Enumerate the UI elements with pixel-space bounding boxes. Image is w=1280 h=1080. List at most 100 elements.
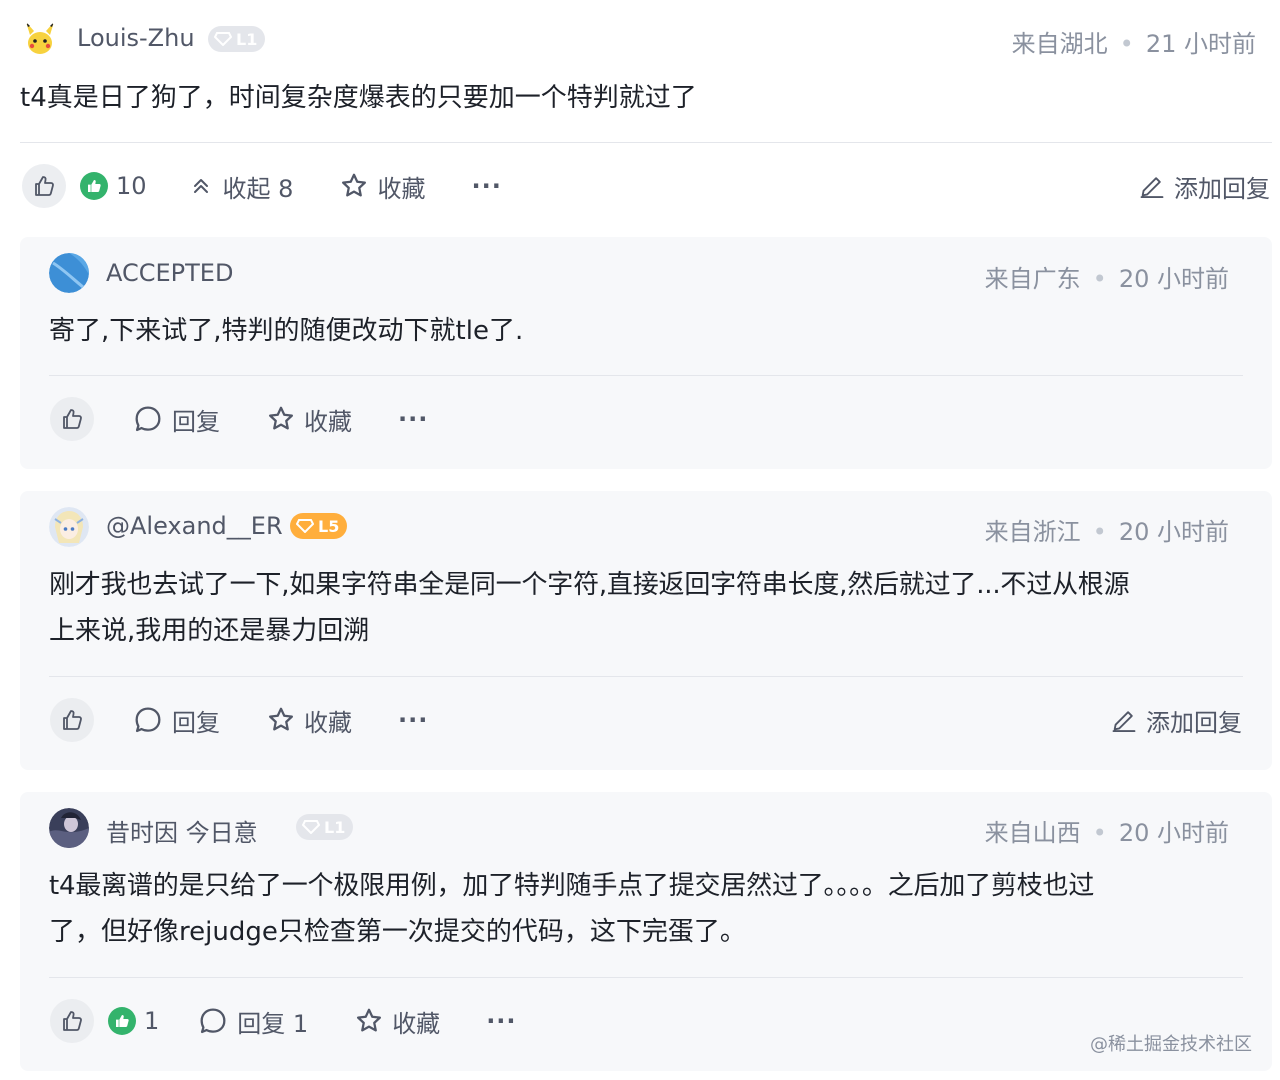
username[interactable]: @Alexand__ER: [106, 512, 283, 540]
timestamp: 20 小时前: [1118, 518, 1229, 546]
reply-text-line-2: 上来说,我用的还是暴力回溯: [49, 616, 370, 646]
location: 来自湖北: [1011, 30, 1108, 58]
more-button[interactable]: ···: [398, 706, 428, 734]
favorite-button[interactable]: 收藏: [339, 169, 425, 204]
reply-card: ACCEPTED 来自广东 • 20 小时前 寄了,下来试了,特判的随便改动下就tl…: [20, 237, 1272, 469]
reply-text-line-1: 刚才我也去试了一下,如果字符串全是同一个字符,直接返回字符串长度,然后就过了..…: [49, 570, 1130, 600]
divider: [49, 375, 1243, 376]
favorite-label: 收藏: [392, 1009, 441, 1038]
like-button[interactable]: [50, 999, 94, 1043]
reply-label: 回复 1: [237, 1009, 309, 1038]
favorite-label: 收藏: [304, 708, 352, 737]
level-badge: L5: [290, 513, 348, 539]
favorite-button[interactable]: 收藏: [266, 402, 352, 437]
comment-actions: 10 收起 8 收藏 ···: [22, 164, 502, 208]
star-icon: [269, 406, 293, 430]
thumbs-up-icon: [63, 409, 82, 429]
favorite-label: 收藏: [377, 174, 426, 203]
comment-text: t4真是日了狗了，时间复杂度爆表的只要加一个特判就过了: [20, 83, 697, 113]
username[interactable]: 昔时因 今日意: [106, 813, 258, 848]
reply-text-line-1: t4最离谱的是只给了一个极限用例，加了特判随手点了提交居然过了。。。。之后加了剪…: [49, 871, 1095, 901]
favorite-button[interactable]: 收藏: [266, 703, 352, 738]
favorite-button[interactable]: 收藏: [354, 1004, 440, 1039]
avatar-accepted[interactable]: [49, 253, 89, 293]
comment-meta: 来自湖北 • 21 小时前: [1012, 24, 1256, 59]
add-reply-label: 添加回复: [1174, 174, 1270, 203]
more-button[interactable]: ···: [471, 172, 501, 200]
divider: [49, 676, 1243, 677]
star-icon: [357, 1008, 382, 1032]
level-badge: L1: [208, 26, 266, 52]
username[interactable]: Louis-Zhu: [77, 24, 195, 52]
timestamp: 21 小时前: [1145, 30, 1256, 58]
meta-separator: •: [1092, 819, 1107, 847]
meta-separator: •: [1119, 30, 1134, 58]
timestamp: 20 小时前: [1118, 819, 1229, 847]
meta-separator: •: [1092, 265, 1107, 293]
reply-label: 回复: [172, 407, 220, 436]
like-button[interactable]: [50, 397, 94, 441]
reply-label: 回复: [172, 708, 220, 737]
favorite-label: 收藏: [304, 407, 352, 436]
more-button[interactable]: ···: [398, 405, 428, 433]
thumbs-up-filled-icon: [88, 180, 101, 192]
comment-bubble-icon: [135, 707, 161, 733]
pencil-icon: [1112, 711, 1136, 733]
dark-avatar-icon: [49, 808, 89, 848]
like-count: 1: [144, 1007, 160, 1035]
reply-meta: 来自山西 • 20 小时前: [985, 813, 1229, 848]
location: 来自广东: [984, 265, 1081, 293]
reply-actions: 回复 收藏 ···: [50, 397, 428, 441]
collapse-label: 收起 8: [222, 174, 294, 203]
avatar-xishiyin[interactable]: [49, 808, 89, 848]
collapse-button[interactable]: 收起 8: [189, 169, 294, 204]
reply-text: 寄了,下来试了,特判的随便改动下就tle了.: [49, 316, 524, 346]
meta-separator: •: [1092, 518, 1107, 546]
blue-avatar-icon: [49, 253, 89, 293]
location: 来自山西: [984, 819, 1081, 847]
pikachu-avatar-icon: [26, 22, 54, 54]
like-count: 10: [116, 172, 147, 200]
more-button[interactable]: ···: [486, 1007, 516, 1035]
level-text: L1: [236, 29, 258, 49]
comment-bubble-icon: [200, 1008, 226, 1034]
reply-button[interactable]: 回复: [132, 402, 220, 437]
diamond-icon: [302, 820, 320, 834]
avatar-alexand-er[interactable]: [49, 507, 89, 547]
thumbs-up-icon: [63, 710, 82, 730]
add-reply-button[interactable]: 添加回复: [1110, 698, 1242, 742]
reply-actions: 回复 收藏 ···: [50, 698, 428, 742]
diamond-icon: [214, 32, 232, 46]
chevrons-up-icon: [193, 179, 208, 193]
star-icon: [269, 707, 293, 731]
diamond-icon: [296, 519, 314, 533]
divider: [49, 977, 1243, 978]
like-button[interactable]: [22, 164, 66, 208]
reply-meta: 来自浙江 • 20 小时前: [985, 512, 1229, 547]
reply-card: 昔时因 今日意 L1 来自山西 • 20 小时前 t4最离谱的是只给了一个极限用例，…: [20, 792, 1272, 1071]
avatar-louis-zhu[interactable]: [20, 19, 60, 59]
pencil-icon: [1140, 177, 1164, 199]
add-reply-button[interactable]: 添加回复: [1138, 164, 1270, 208]
comment-bubble-icon: [135, 406, 161, 432]
anime-avatar-icon: [49, 507, 89, 547]
reply-card: @Alexand__ER L5 来自浙江 • 20 小时前 刚才我也去试了一下,如果…: [20, 491, 1272, 770]
level-badge: L1: [296, 814, 354, 840]
thumbs-up-filled-icon: [116, 1015, 129, 1027]
like-button[interactable]: [50, 698, 94, 742]
level-text: L1: [324, 817, 346, 837]
like-count-badge: [80, 172, 108, 200]
thumbs-up-icon: [63, 1011, 82, 1031]
watermark: @稀土掘金技术社区: [1090, 1034, 1252, 1055]
add-reply-label: 添加回复: [1146, 708, 1242, 737]
star-icon: [342, 173, 367, 197]
username[interactable]: ACCEPTED: [106, 259, 233, 287]
divider: [20, 142, 1272, 143]
reply-button[interactable]: 回复 1: [197, 1004, 308, 1039]
thumbs-up-icon: [35, 176, 54, 196]
reply-text-line-2: 了，但好像rejudge只检查第一次提交的代码，这下完蛋了。: [49, 917, 746, 947]
reply-button[interactable]: 回复: [132, 703, 220, 738]
level-text: L5: [318, 516, 340, 536]
location: 来自浙江: [984, 518, 1081, 546]
timestamp: 20 小时前: [1118, 265, 1229, 293]
